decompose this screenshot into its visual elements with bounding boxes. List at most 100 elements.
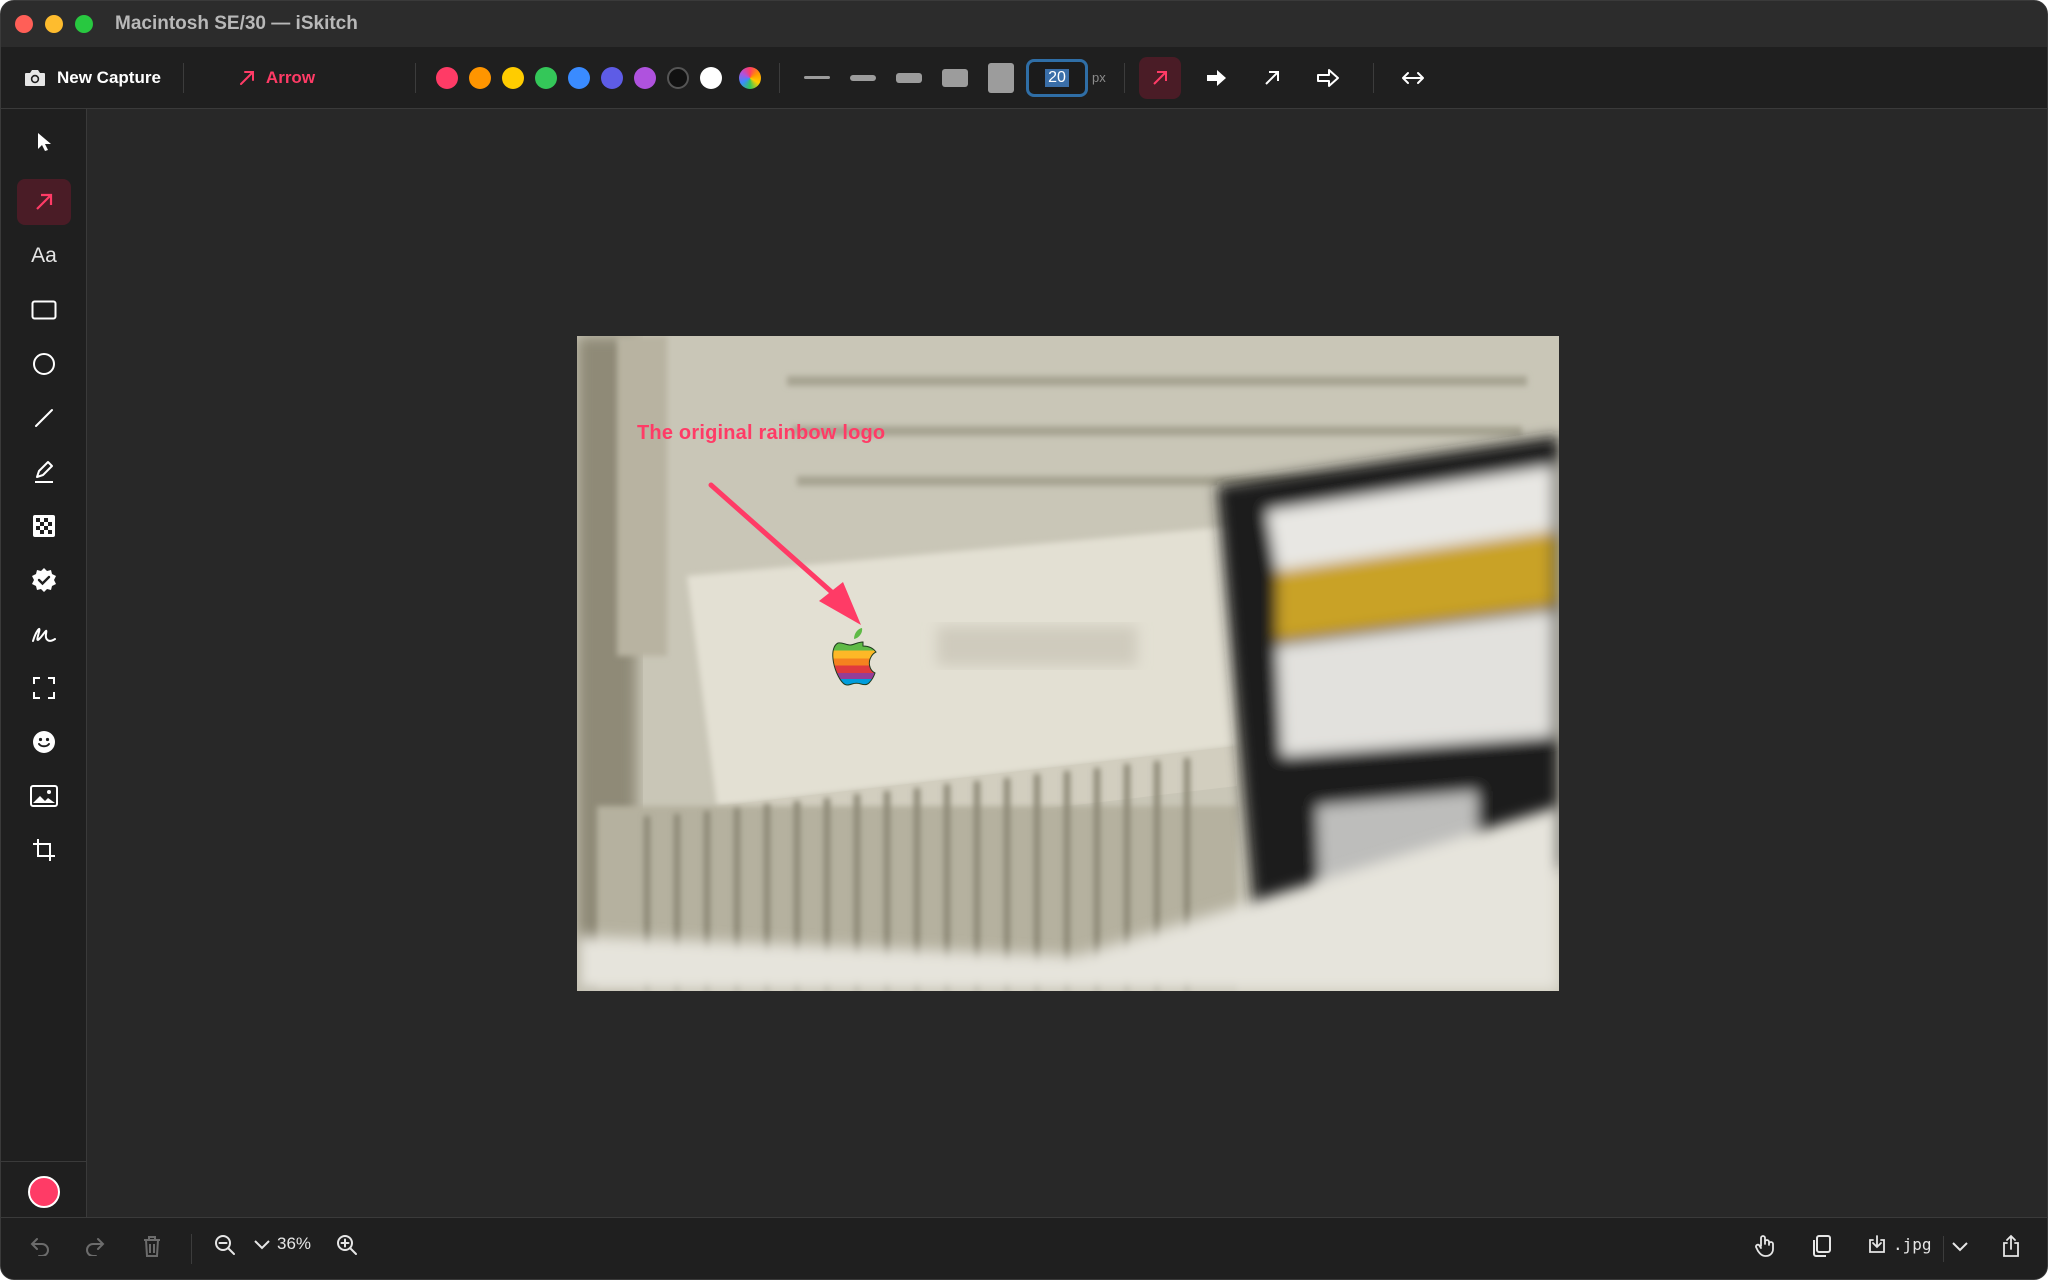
text-tool-button[interactable]: Aa (17, 233, 71, 279)
arrow-tool-button[interactable] (17, 179, 71, 225)
toolbar-divider (779, 62, 781, 93)
annotation-text[interactable]: The original rainbow logo (637, 422, 885, 445)
rectangle-tool-button[interactable] (17, 287, 71, 333)
color-swatch-green[interactable] (535, 66, 558, 89)
bottom-bar: 36% .jpg (1, 1217, 2047, 1279)
image-tool-button[interactable] (17, 773, 71, 819)
selection-frame-icon (32, 676, 56, 700)
circle-icon (32, 352, 56, 376)
maximize-window-button[interactable] (75, 15, 93, 33)
screenshot-photo[interactable]: The original rainbow logo (577, 336, 1559, 991)
window-controls (15, 15, 93, 33)
stroke-width-thick[interactable] (896, 72, 923, 83)
drag-out-button[interactable] (1753, 1234, 1777, 1258)
download-icon (1867, 1234, 1887, 1254)
crop-tool-button[interactable] (17, 827, 71, 873)
zoom-out-button[interactable] (214, 1234, 236, 1256)
squiggle-icon (31, 623, 57, 645)
stroke-width-unit: px (1092, 70, 1106, 85)
stroke-width-medium[interactable] (850, 74, 877, 81)
stroke-width-options (804, 62, 1015, 93)
save-format-label: .jpg (1893, 1234, 1932, 1254)
color-swatch-purple[interactable] (634, 66, 657, 89)
zoom-menu[interactable]: 36% (253, 1234, 311, 1254)
tool-sidebar: Aa (1, 109, 87, 1217)
stroke-width-value: 20 (1045, 68, 1069, 87)
ellipse-tool-button[interactable] (17, 341, 71, 387)
crop-icon (32, 838, 56, 862)
window-title: Macintosh SE/30 — iSkitch (115, 13, 358, 34)
current-tool-label: Arrow (265, 67, 316, 87)
minimize-window-button[interactable] (45, 15, 63, 33)
color-swatch-yellow[interactable] (502, 66, 525, 89)
share-button[interactable] (2001, 1234, 2021, 1258)
copy-icon (1811, 1234, 1833, 1258)
copy-button[interactable] (1811, 1234, 1833, 1258)
color-swatch-blue[interactable] (568, 66, 591, 89)
stamp-tool-button[interactable] (17, 557, 71, 603)
stroke-width-heavy[interactable] (942, 68, 969, 87)
redo-button[interactable] (84, 1234, 106, 1256)
arrow-style-thin-button[interactable] (1138, 56, 1181, 99)
delete-button[interactable] (141, 1234, 163, 1258)
zoom-in-button[interactable] (336, 1234, 358, 1256)
new-capture-label: New Capture (57, 67, 161, 87)
color-swatches (436, 66, 762, 89)
save-format-button[interactable]: .jpg (1867, 1234, 1932, 1254)
color-swatch-white[interactable] (700, 66, 723, 89)
arrow-style-options (1138, 56, 1349, 99)
arrow-icon (238, 69, 256, 87)
pencil-icon (32, 460, 56, 484)
highlighter-tool-button[interactable] (17, 449, 71, 495)
arrow-style-outline-button[interactable] (1307, 57, 1349, 99)
color-swatch-black[interactable] (667, 66, 690, 89)
hand-pointer-icon (1753, 1234, 1777, 1258)
line-icon (33, 407, 55, 429)
zoom-in-icon (336, 1234, 358, 1256)
line-tool-button[interactable] (17, 395, 71, 441)
format-menu-button[interactable] (1951, 1240, 1969, 1252)
camera-icon (23, 68, 47, 88)
undo-button[interactable] (29, 1234, 51, 1256)
emoji-tool-button[interactable] (17, 719, 71, 765)
toolbar-divider (415, 62, 417, 93)
title-bar: Macintosh SE/30 — iSkitch (1, 1, 2047, 47)
selection-tool-button[interactable] (17, 665, 71, 711)
redo-icon (84, 1234, 106, 1256)
text-tool-label: Aa (31, 244, 57, 267)
new-capture-button[interactable]: New Capture (23, 68, 161, 88)
current-tool-button[interactable]: Arrow (238, 68, 315, 88)
color-swatch-red[interactable] (436, 66, 459, 89)
editor-canvas[interactable]: The original rainbow logo (87, 109, 2047, 1217)
smiley-icon (32, 730, 56, 754)
arrow-line-icon (1262, 68, 1282, 88)
color-swatch-indigo[interactable] (601, 66, 624, 89)
color-swatch-orange[interactable] (469, 66, 492, 89)
share-icon (2001, 1234, 2021, 1258)
close-window-button[interactable] (15, 15, 33, 33)
current-color-button[interactable] (28, 1176, 60, 1208)
pointer-icon (35, 131, 53, 153)
arrow-bold-icon (1205, 68, 1227, 88)
chevron-down-icon (253, 1238, 271, 1250)
stroke-width-input[interactable]: 20 (1026, 58, 1089, 97)
arrow-style-bold-button[interactable] (1195, 57, 1237, 99)
app-window: Macintosh SE/30 — iSkitch New Capture Ar… (0, 0, 2048, 1280)
color-picker-button[interactable] (739, 66, 762, 89)
arrow-thin-icon (1150, 68, 1170, 88)
badge-check-icon (31, 567, 57, 593)
stroke-width-thin[interactable] (804, 76, 831, 79)
trash-icon (141, 1234, 163, 1258)
rectangle-icon (31, 300, 57, 320)
double-arrow-button[interactable] (1392, 57, 1434, 99)
stroke-width-max[interactable] (988, 62, 1015, 93)
zoom-level: 36% (277, 1234, 312, 1253)
pointer-tool-button[interactable] (17, 119, 71, 165)
toolbar-divider (1123, 62, 1125, 93)
image-icon (30, 785, 58, 807)
freehand-tool-button[interactable] (17, 611, 71, 657)
pixelate-tool-button[interactable] (17, 503, 71, 549)
toolbar-divider (182, 62, 184, 93)
chevron-down-icon (1951, 1240, 1969, 1252)
arrow-style-line-button[interactable] (1251, 57, 1293, 99)
